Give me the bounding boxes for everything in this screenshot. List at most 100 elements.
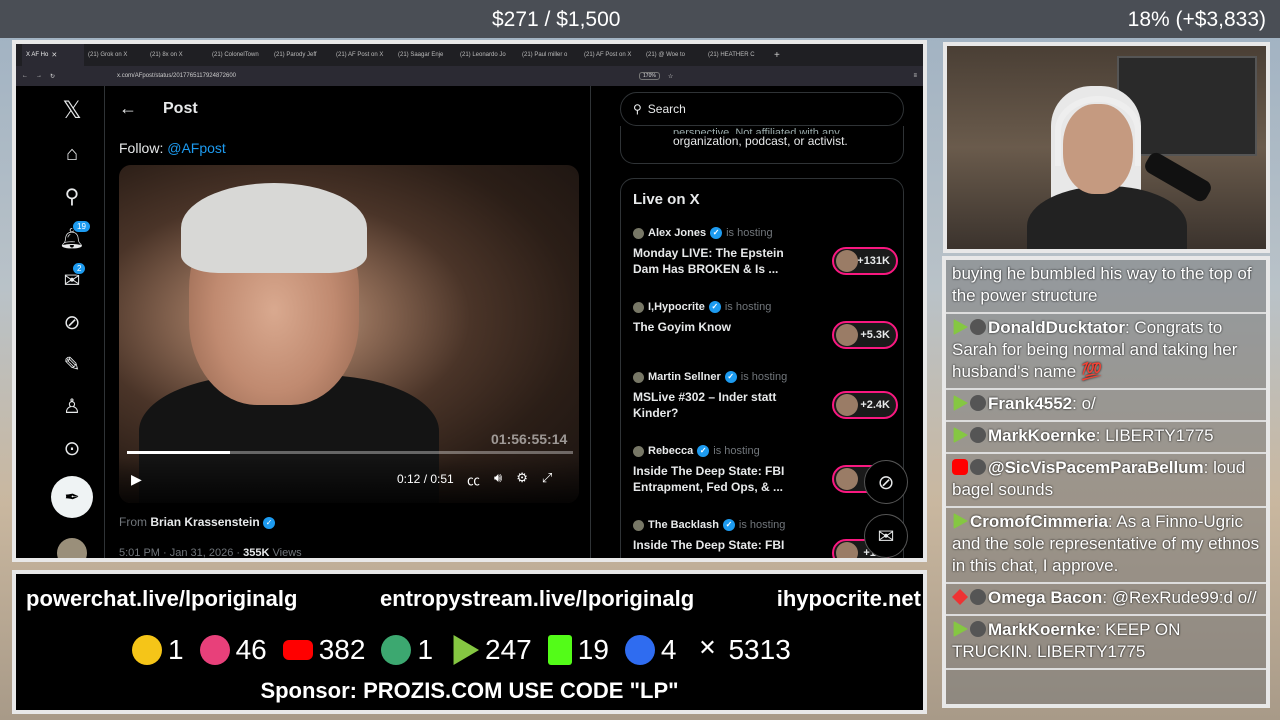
user-avatar [970, 589, 986, 605]
viewer-count: 46 [199, 634, 267, 666]
url-bar[interactable]: x.com/AFpost/status/2017765117924872600 [111, 69, 631, 83]
new-tab-icon[interactable]: + [774, 50, 780, 61]
rumble-icon [953, 513, 968, 529]
messages-icon[interactable]: ✉ 2 [56, 262, 88, 296]
user-avatar [970, 621, 986, 637]
viewer-count: 19 [547, 634, 609, 666]
source-author-link[interactable]: Brian Krassenstein [150, 515, 259, 529]
browser-tab[interactable]: (21) Saagar Enje [394, 44, 456, 66]
host-avatar [633, 519, 644, 531]
browser-tab[interactable]: (21) Leonardo Jo [456, 44, 518, 66]
back-icon[interactable]: ← [22, 73, 28, 79]
space-item[interactable]: Alex Jones ✓ is hosting Monday LIVE: The E… [633, 227, 898, 277]
browser-tab[interactable]: (21) 8x on X [146, 44, 208, 66]
profile-icon[interactable]: ♙ [56, 390, 88, 422]
viewer-count: 1 [132, 634, 184, 666]
twitter-page: 𝕏 ⌂ ⚲ 🔔︎ 19 ✉ 2 ⊘ ✎ ♙ ⊙ ✒ ← Post Follow: @… [16, 86, 923, 558]
viewer-count-value: 19 [577, 634, 609, 665]
youtube-icon [282, 640, 313, 660]
browser-tab[interactable]: (21) ColonelTown [208, 44, 270, 66]
profile-bio-card: perspective. Not affiliated with any org… [620, 126, 904, 164]
explore-icon[interactable]: ⚲ [56, 180, 88, 212]
browser-tab[interactable]: X AF Ho ✕ [22, 44, 84, 66]
live-heading: Live on X [633, 191, 700, 208]
entropy-icon [199, 635, 230, 665]
viewer-count-value: 4 [660, 634, 677, 665]
account-avatar[interactable] [57, 538, 87, 558]
listener-count-pill[interactable]: +2.4K [832, 391, 898, 419]
video-progress-bar[interactable] [127, 451, 573, 454]
verified-icon: ✓ [722, 519, 735, 531]
video-player[interactable]: 01:56:55:14 ▶ 0:12 / 0:51 ㏄ 🔊︎ ⚙ ⤢ [119, 165, 579, 503]
user-avatar [970, 319, 986, 335]
listener-count-pill[interactable]: +5.3K [832, 321, 898, 349]
kick-icon [952, 589, 968, 605]
settings-icon[interactable]: ⚙ [516, 470, 528, 489]
x-icon: ✕ [698, 635, 717, 660]
verified-icon: ✓ [708, 301, 721, 313]
space-item[interactable]: The Backlash ✓ is hosting Inside The Deep … [633, 519, 898, 558]
webcam-feed [943, 42, 1270, 253]
rumble-icon [453, 635, 480, 665]
video-time: 0:12 / 0:51 [397, 472, 454, 486]
donation-percent: 18% (+$3,833) [1127, 8, 1266, 31]
viewer-count-value: 247 [485, 634, 532, 665]
notifications-icon[interactable]: 🔔︎ 19 [56, 220, 91, 254]
viewer-count-value: 1 [168, 634, 184, 665]
chat-message: @SicVisPacemParaBellum: loud bagel sound… [946, 454, 1266, 508]
browser-tab[interactable]: (21) Grok on X [84, 44, 146, 66]
chat-message: buying he bumbled his way to the top of … [946, 260, 1266, 314]
verified-icon: ✓ [724, 371, 737, 383]
browser-tab[interactable]: (21) Parody Jeff [270, 44, 332, 66]
powerchat-icon [132, 635, 162, 665]
promo-link: entropystream.live/lporiginalg [379, 586, 695, 611]
messages-float-icon[interactable]: ✉ [864, 514, 908, 558]
sponsor-text: Sponsor: PROZIS.COM USE CODE "LP" [260, 678, 679, 703]
x-logo-icon[interactable]: 𝕏 [56, 94, 88, 126]
donation-goal: $271 / $1,500 [492, 8, 621, 31]
reload-icon[interactable]: ↻ [50, 73, 55, 80]
forward-icon[interactable]: → [36, 73, 42, 79]
search-icon: ⚲ [633, 102, 642, 116]
play-icon[interactable]: ▶ [131, 471, 142, 488]
stream-info-bar: powerchat.live/lporiginalg entropystream… [12, 570, 927, 714]
fullscreen-icon[interactable]: ⤢ [542, 470, 552, 489]
browser-tab[interactable]: (21) Paul miller o [518, 44, 580, 66]
lists-icon[interactable]: ✎ [56, 348, 88, 380]
browser-tab[interactable]: (21) @ Woe to [642, 44, 704, 66]
zoom-indicator[interactable]: 170% [639, 72, 660, 80]
promo-link: powerchat.live/lporiginalg [26, 586, 298, 611]
rumble-icon [953, 395, 968, 411]
compose-post-button[interactable]: ✒ [51, 476, 93, 518]
volume-icon[interactable]: 🔊︎ [494, 470, 502, 489]
video-controls: 01:56:55:14 ▶ 0:12 / 0:51 ㏄ 🔊︎ ⚙ ⤢ [119, 431, 579, 503]
grok-float-icon[interactable]: ⊘ [864, 460, 908, 504]
host-avatar [633, 301, 644, 313]
back-arrow-icon[interactable]: ← [119, 98, 137, 119]
kick-icon [547, 635, 572, 665]
search-input[interactable]: ⚲ Search [620, 92, 904, 126]
space-item[interactable]: Rebecca ✓ is hosting Inside The Deep State… [633, 445, 898, 495]
browser-tab[interactable]: (21) HEATHER C [704, 44, 766, 66]
bookmark-star-icon[interactable]: ☆ [668, 73, 673, 80]
menu-icon[interactable]: ≡ [913, 73, 917, 79]
viewer-count: 382 [282, 634, 365, 666]
listener-count-pill[interactable]: +131K [832, 247, 898, 275]
space-item[interactable]: I,Hypocrite ✓ is hosting The Goyim Know +5… [633, 301, 898, 349]
viewer-count-value: 5313 [728, 634, 791, 665]
captions-icon[interactable]: ㏄ [467, 470, 480, 489]
video-timestamp-overlay: 01:56:55:14 [491, 431, 568, 447]
viewer-count: ✕ 5313 [692, 634, 791, 666]
grok-icon[interactable]: ⊘ [56, 306, 88, 338]
browser-tab[interactable]: (21) AF Post on X [580, 44, 642, 66]
follow-line: Follow: @AFpost [119, 140, 226, 156]
promo-link: ihypocrite.net [776, 586, 921, 611]
more-icon[interactable]: ⊙ [56, 432, 88, 464]
browser-tab[interactable]: (21) AF Post on X [332, 44, 394, 66]
viewer-count: 247 [449, 634, 532, 666]
space-item[interactable]: Martin Sellner ✓ is hosting MSLive #302 – … [633, 371, 898, 421]
chat-panel: buying he bumbled his way to the top of … [942, 256, 1270, 708]
follow-handle-link[interactable]: @AFpost [167, 140, 226, 156]
home-icon[interactable]: ⌂ [56, 138, 88, 170]
page-title: Post [163, 100, 198, 117]
